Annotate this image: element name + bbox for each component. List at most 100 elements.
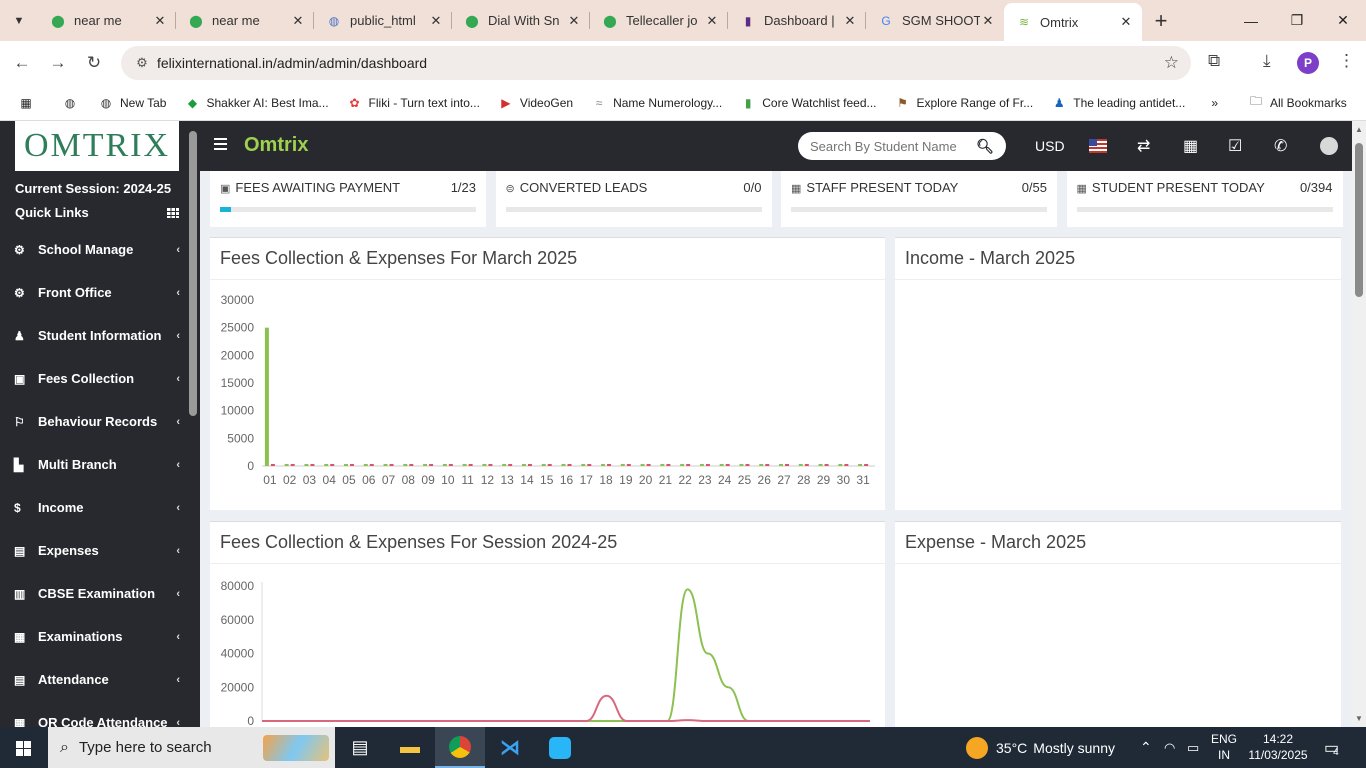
browser-tab[interactable]: ⬤ near me ✕ [176,0,314,41]
whatsapp-icon[interactable]: ✆ [1274,136,1287,156]
omnibox[interactable]: ⚙ felixinternational.in/admin/admin/dash… [121,46,1191,80]
tab-close-icon[interactable]: ✕ [566,13,582,29]
us-flag-icon[interactable] [1089,139,1107,153]
network-icon[interactable]: ◠ [1164,727,1175,768]
more-bookmarks-icon[interactable]: » [1211,96,1218,110]
tab-close-icon[interactable]: ✕ [1118,14,1134,30]
browser-tab[interactable]: ⬤ near me ✕ [38,0,176,41]
page-scroll-thumb[interactable] [1355,143,1363,297]
notifications-icon[interactable]: ▭ 4 [1324,727,1339,768]
tab-close-icon[interactable]: ✕ [842,13,858,29]
task-check-icon[interactable]: ☑ [1228,136,1242,156]
sidebar-item[interactable]: ▦ QR Code Attendance ‹ [0,701,188,727]
bookmark-star-icon[interactable]: ☆ [1164,53,1179,73]
chrome-taskbar-icon[interactable] [435,727,485,768]
sidebar-item[interactable]: $ Income ‹ [0,486,188,529]
tab-close-icon[interactable]: ✕ [428,13,444,29]
app-taskbar-icon[interactable] [535,727,585,768]
search-icon[interactable]: 🔍︎ [976,138,994,155]
sidebar-item[interactable]: ⚙ Front Office ‹ [0,271,188,314]
browser-tab[interactable]: G SGM SHOOT ✕ [866,0,1004,41]
hamburger-icon[interactable] [214,138,227,150]
back-icon[interactable]: ← [4,53,40,73]
system-clock[interactable]: 14:22 11/03/2025 [1242,731,1314,763]
maps-pin-icon: ⬤ [603,13,617,28]
bookmark-item[interactable]: ▶ VideoGen [498,95,573,111]
page-scrollbar[interactable]: ▲ ▼ [1352,121,1366,727]
download-icon[interactable]: ⤓ [1263,51,1271,71]
extensions-icon[interactable]: ⧉ [1208,51,1220,71]
scroll-up-icon[interactable]: ▲ [1355,125,1363,134]
globe-icon: ◍ [328,13,340,28]
sidebar-item[interactable]: ▙ Multi Branch ‹ [0,443,188,486]
close-window-icon[interactable]: ✕ [1320,0,1366,41]
bar [607,464,612,466]
bookmark-item[interactable]: ▮ Core Watchlist feed... [740,95,877,111]
quick-links-grid-icon[interactable] [166,207,179,218]
calendar-icon[interactable]: ▦ [1183,136,1198,156]
taskbar-search[interactable]: ⌕ Type here to search [48,727,335,768]
apps-grid-icon[interactable]: ▦ [18,95,40,111]
bookmark-item[interactable]: ♟ The leading antidet... [1051,95,1185,111]
sidebar-item[interactable]: ♟ Student Information ‹ [0,314,188,357]
app-brand[interactable]: Omtrix [244,134,308,157]
x-tick-label: 26 [758,473,772,487]
sidebar-item[interactable]: ⚐ Behaviour Records ‹ [0,400,188,443]
bookmark-item[interactable]: ≈ Name Numerology... [591,95,722,111]
sidebar-item[interactable]: ▥ CBSE Examination ‹ [0,572,188,615]
student-search-input[interactable] [810,138,960,154]
browser-tab[interactable]: ⬤ Tellecaller jo ✕ [590,0,728,41]
scroll-down-icon[interactable]: ▼ [1355,714,1363,723]
tray-chevron-icon[interactable]: ⌃ [1140,727,1152,768]
file-explorer-icon[interactable]: ▬ [385,727,435,768]
tab-search-icon[interactable]: ▼ [0,0,38,41]
profile-avatar[interactable]: P [1297,52,1319,74]
tab-close-icon[interactable]: ✕ [704,13,720,29]
sidebar-item[interactable]: ▣ Fees Collection ‹ [0,357,188,400]
currency-selector[interactable]: USD [1035,138,1065,154]
language-indicator[interactable]: ENG IN [1206,731,1242,763]
bookmark-item[interactable]: ◍ New Tab [98,95,167,111]
bookmark-item[interactable]: ✿ Fliki - Turn text into... [347,95,480,111]
browser-tab[interactable]: ≋ Omtrix ✕ [1004,3,1142,41]
browser-tab[interactable]: ◍ public_html ✕ [314,0,452,41]
site-info-icon[interactable]: ⚙ [127,55,157,71]
browser-menu-icon[interactable]: ⋮ [1338,51,1355,71]
new-tab-button[interactable]: + [1142,8,1180,34]
url-text[interactable]: felixinternational.in/admin/admin/dashbo… [157,55,427,71]
bookmark-item[interactable]: ◆ Shakker AI: Best Ima... [184,95,329,111]
battery-icon[interactable]: ▭ [1187,727,1199,768]
tab-close-icon[interactable]: ✕ [290,13,306,29]
browser-tab[interactable]: ▮ Dashboard | ✕ [728,0,866,41]
stat-card[interactable]: ⊜ CONVERTED LEADS 0/0 [495,171,772,227]
switch-icon[interactable]: ⇄ [1137,136,1150,156]
sidebar-item[interactable]: ⚙ School Manage ‹ [0,228,188,271]
minimize-icon[interactable]: — [1228,0,1274,41]
all-bookmarks-button[interactable]: 🗀 All Bookmarks [1248,94,1347,111]
user-avatar-icon[interactable] [1320,137,1338,155]
weather-widget[interactable]: 35°C Mostly sunny [966,727,1115,768]
stat-card[interactable]: ▦ STAFF PRESENT TODAY 0/55 [781,171,1057,227]
task-view-icon[interactable]: ▤ [335,727,385,768]
sidebar-item[interactable]: ▤ Attendance ‹ [0,658,188,701]
bookmark-item[interactable]: ⚑ Explore Range of Fr... [895,95,1033,111]
restore-icon[interactable]: ❐ [1274,0,1320,41]
browser-tab[interactable]: ⬤ Dial With Sn ✕ [452,0,590,41]
tab-close-icon[interactable]: ✕ [980,13,996,29]
reload-icon[interactable]: ↻ [76,53,112,73]
tab-close-icon[interactable]: ✕ [152,13,168,29]
forward-icon[interactable]: → [40,53,76,73]
expense-panel: Expense - March 2025 [895,521,1341,727]
sidebar-item[interactable]: ▤ Expenses ‹ [0,529,188,572]
windows-start-icon[interactable] [0,727,46,768]
stat-card[interactable]: ▦ STUDENT PRESENT TODAY 0/394 [1066,171,1343,227]
sidebar-scrollbar[interactable] [189,131,197,416]
stat-card[interactable]: ▣ FEES AWAITING PAYMENT 1/23 [210,171,486,227]
sidebar-item[interactable]: ▦ Examinations ‹ [0,615,188,658]
vscode-icon[interactable]: ⋊ [485,727,535,768]
omtrix-logo[interactable]: OMTRIX [15,121,179,171]
fliki-icon: ✿ [349,95,360,110]
bookmark-item[interactable]: ◍ [62,95,84,111]
sidebar-item-label: Student Information [38,328,162,343]
bar [442,464,447,466]
